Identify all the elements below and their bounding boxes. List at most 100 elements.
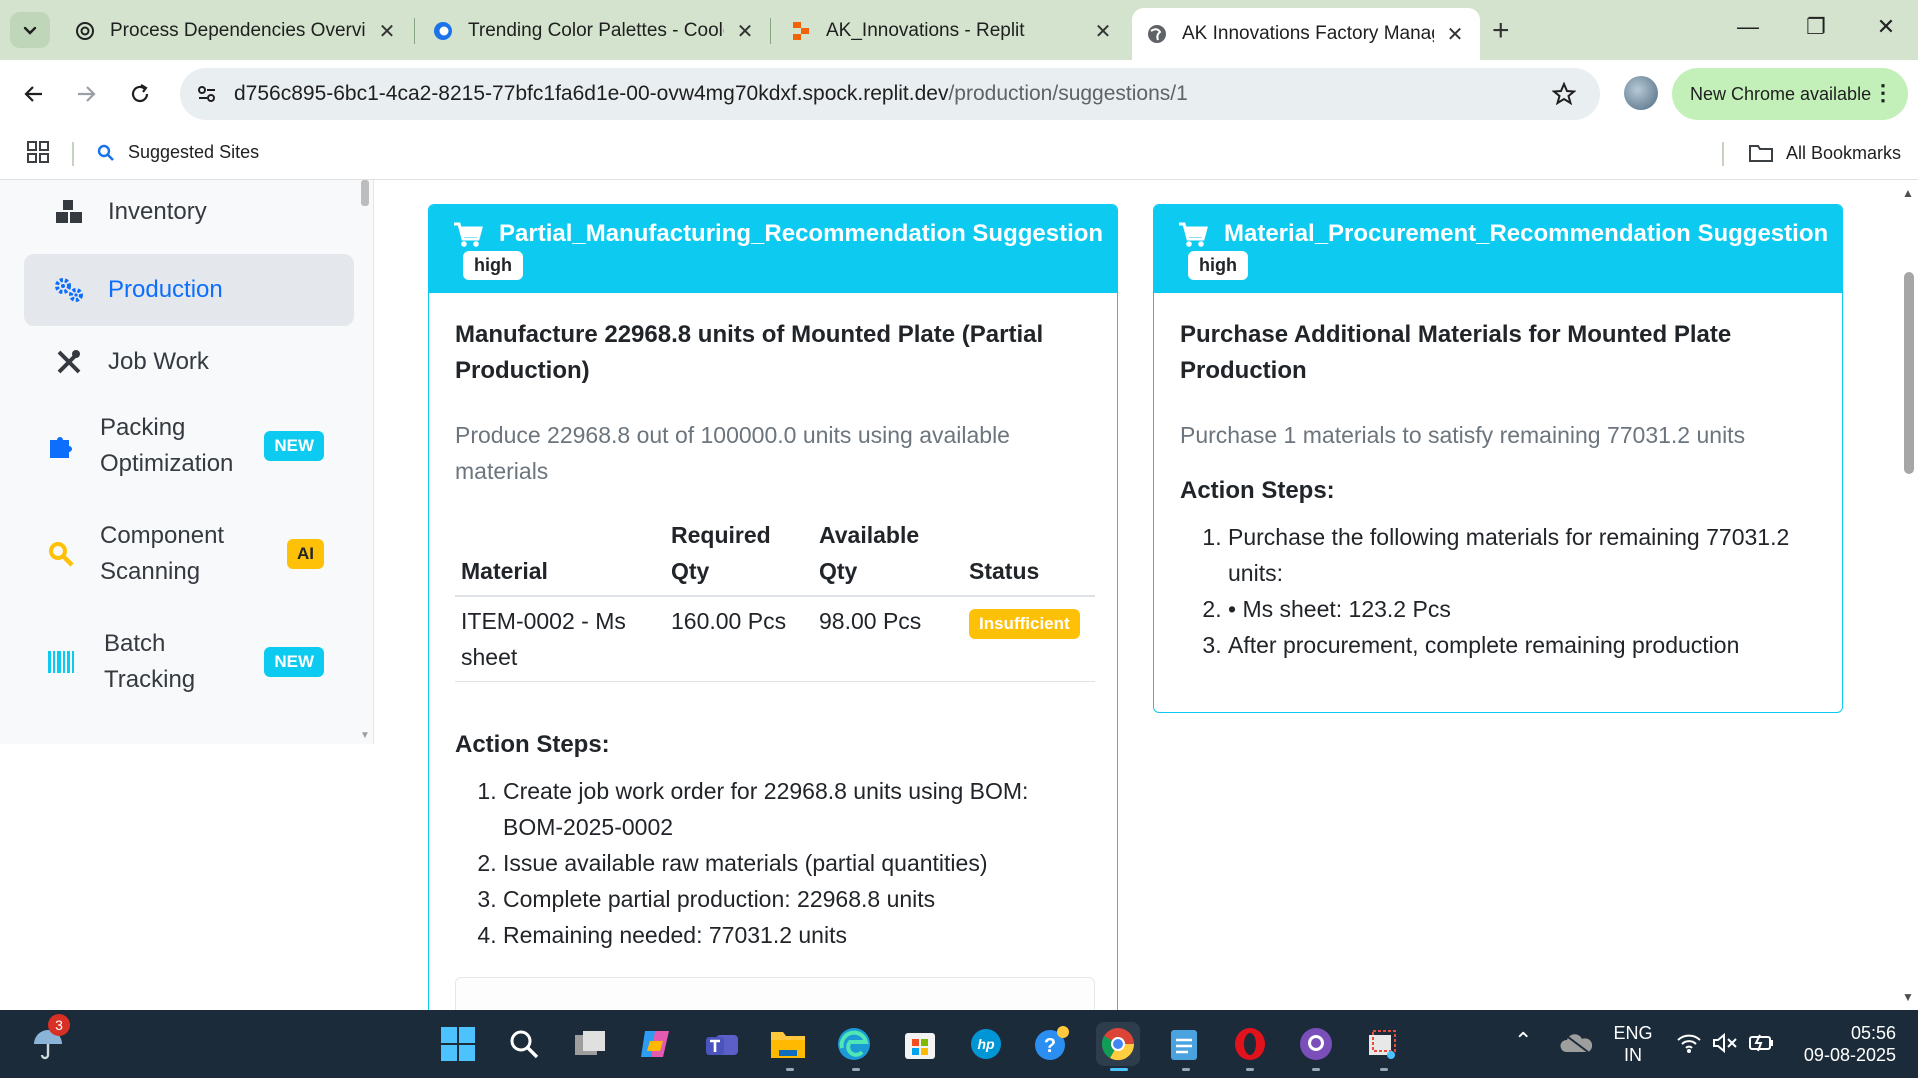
file-explorer-button[interactable] bbox=[766, 1022, 810, 1066]
clock-date: 09-08-2025 bbox=[1803, 1045, 1896, 1065]
close-icon[interactable]: ✕ bbox=[376, 19, 398, 44]
back-button[interactable] bbox=[14, 74, 54, 114]
priority-badge: high bbox=[463, 251, 523, 280]
new-tab-button[interactable]: + bbox=[1492, 14, 1510, 48]
card-title: Purchase Additional Materials for Mounte… bbox=[1180, 321, 1732, 384]
chevron-up-icon[interactable]: ⌃ bbox=[1514, 1030, 1532, 1052]
chrome-icon bbox=[1101, 1028, 1135, 1061]
profile-avatar[interactable] bbox=[1624, 76, 1658, 110]
windows-taskbar: 3 hp ? ⌃ ENG IN 05:56 09-08-2025 bbox=[0, 1010, 1918, 1078]
bookmark-label: Suggested Sites bbox=[128, 142, 260, 162]
store-button[interactable] bbox=[898, 1022, 942, 1066]
edge-button[interactable] bbox=[832, 1022, 876, 1066]
sidebar-scroll-down-icon[interactable]: ▼ bbox=[360, 730, 370, 741]
card-description: Purchase 1 materials to satisfy remainin… bbox=[1180, 422, 1746, 448]
close-icon[interactable]: ✕ bbox=[1092, 19, 1114, 44]
sidebar-scrollbar[interactable] bbox=[361, 180, 369, 206]
running-indicator bbox=[1380, 1068, 1388, 1071]
tab-coolors[interactable]: Trending Color Palettes - Coolors ✕ bbox=[418, 10, 770, 52]
sidebar-item-batch-tracking[interactable]: Batch Tracking NEW bbox=[24, 622, 354, 702]
language-indicator[interactable]: ENG IN bbox=[1604, 1022, 1662, 1066]
apps-grid-icon[interactable] bbox=[26, 140, 50, 164]
bookmark-suggested-sites[interactable]: Suggested Sites bbox=[96, 142, 259, 163]
star-icon[interactable] bbox=[1552, 82, 1576, 106]
copilot-button[interactable] bbox=[634, 1022, 678, 1066]
region-code: IN bbox=[1624, 1045, 1642, 1065]
hp-button[interactable]: hp bbox=[964, 1022, 1008, 1066]
sidebar-item-job-work[interactable]: Job Work bbox=[24, 326, 354, 398]
opera-button[interactable] bbox=[1228, 1022, 1272, 1066]
folder-icon bbox=[771, 1032, 805, 1058]
sidebar-item-inventory[interactable]: Inventory bbox=[24, 180, 354, 248]
tools-icon bbox=[52, 348, 86, 376]
close-icon[interactable]: ✕ bbox=[734, 19, 756, 44]
coolors-icon bbox=[434, 22, 452, 40]
sidebar-item-label: Inventory bbox=[108, 198, 207, 225]
address-bar[interactable]: d756c895-6bc1-4ca2-8215-77bfc1fa6d1e-00-… bbox=[180, 68, 1600, 120]
restore-button[interactable]: ❐ bbox=[1796, 14, 1836, 40]
tab-title: Trending Color Palettes - Coolors bbox=[468, 20, 724, 41]
replit-icon bbox=[793, 22, 809, 40]
cell-required: 160.00 Pcs bbox=[665, 596, 813, 682]
volume-muted-icon[interactable] bbox=[1712, 1032, 1738, 1054]
column-header-required-qty: Required Qty bbox=[665, 511, 813, 597]
reload-button[interactable] bbox=[120, 74, 160, 114]
copilot-icon bbox=[641, 1031, 669, 1057]
new-badge: NEW bbox=[264, 431, 324, 461]
start-button[interactable] bbox=[436, 1022, 480, 1066]
bookmarks-bar: Suggested Sites All Bookmarks bbox=[0, 128, 1918, 180]
sidebar-item-packing-optimization[interactable]: Packing Optimization NEW bbox=[24, 406, 354, 486]
wifi-icon[interactable] bbox=[1676, 1032, 1702, 1054]
active-indicator bbox=[1110, 1068, 1128, 1071]
scroll-up-icon[interactable]: ▲ bbox=[1902, 186, 1914, 200]
battery-charging-icon[interactable] bbox=[1748, 1032, 1776, 1054]
cell-status: Insufficient bbox=[963, 596, 1095, 682]
tab-replit[interactable]: AK_Innovations - Replit ✕ bbox=[776, 10, 1128, 52]
close-icon[interactable]: ✕ bbox=[1444, 22, 1466, 47]
minimize-button[interactable]: — bbox=[1728, 14, 1768, 40]
weather-widget[interactable]: 3 bbox=[26, 1014, 70, 1066]
snipping-tool-button[interactable] bbox=[1360, 1022, 1404, 1066]
task-view-icon bbox=[575, 1031, 605, 1055]
sidebar-item-component-scanning[interactable]: Component Scanning AI bbox=[24, 514, 354, 594]
tab-title: Process Dependencies Overview bbox=[110, 20, 366, 41]
taskbar-search-button[interactable] bbox=[502, 1022, 546, 1066]
bookmark-divider bbox=[72, 142, 74, 166]
forward-button[interactable] bbox=[66, 74, 106, 114]
reload-icon bbox=[131, 84, 149, 103]
scroll-down-icon[interactable]: ▼ bbox=[1902, 990, 1914, 1004]
search-icon bbox=[44, 540, 78, 568]
new-chrome-available-button[interactable]: New Chrome available ⋮ bbox=[1672, 68, 1908, 120]
github-icon bbox=[1300, 1028, 1332, 1060]
list-item: Remaining needed: 77031.2 units bbox=[503, 917, 1075, 953]
sidebar-item-label: Packing Optimization bbox=[100, 414, 234, 477]
tab-title: AK_Innovations - Replit bbox=[826, 20, 1025, 41]
site-settings-icon[interactable] bbox=[196, 83, 218, 105]
tab-process-dependencies[interactable]: Process Dependencies Overview ✕ bbox=[60, 10, 412, 52]
notepad-button[interactable] bbox=[1162, 1022, 1206, 1066]
gears-icon bbox=[52, 276, 86, 304]
close-window-button[interactable]: ✕ bbox=[1866, 14, 1906, 40]
all-bookmarks-button[interactable]: All Bookmarks bbox=[1748, 142, 1901, 164]
chrome-button[interactable] bbox=[1096, 1022, 1140, 1066]
teams-button[interactable] bbox=[700, 1022, 744, 1066]
task-view-button[interactable] bbox=[568, 1022, 612, 1066]
page-scrollbar-thumb[interactable] bbox=[1904, 272, 1914, 474]
card-header: Partial_Manufacturing_Recommendation Sug… bbox=[429, 205, 1117, 293]
list-item: Create job work order for 22968.8 units … bbox=[503, 773, 1075, 845]
clock[interactable]: 05:56 09-08-2025 bbox=[1796, 1022, 1896, 1066]
help-button[interactable]: ? bbox=[1030, 1022, 1074, 1066]
cell-material: ITEM-0002 - Ms sheet bbox=[455, 596, 665, 682]
folder-icon bbox=[1749, 145, 1773, 162]
tab-ak-innovations[interactable]: AK Innovations Factory Management ✕ bbox=[1132, 8, 1480, 60]
onedrive-icon[interactable] bbox=[1560, 1032, 1592, 1054]
cart-icon bbox=[454, 222, 483, 247]
more-menu-icon[interactable]: ⋮ bbox=[1872, 80, 1894, 106]
sidebar-item-production[interactable]: Production bbox=[24, 254, 354, 326]
github-desktop-button[interactable] bbox=[1294, 1022, 1338, 1066]
browser-toolbar: d756c895-6bc1-4ca2-8215-77bfc1fa6d1e-00-… bbox=[0, 60, 1918, 128]
svg-text:hp: hp bbox=[977, 1036, 995, 1052]
arrow-right-icon bbox=[78, 86, 96, 102]
tab-search-button[interactable] bbox=[10, 12, 50, 48]
clock-time: 05:56 bbox=[1850, 1023, 1896, 1043]
